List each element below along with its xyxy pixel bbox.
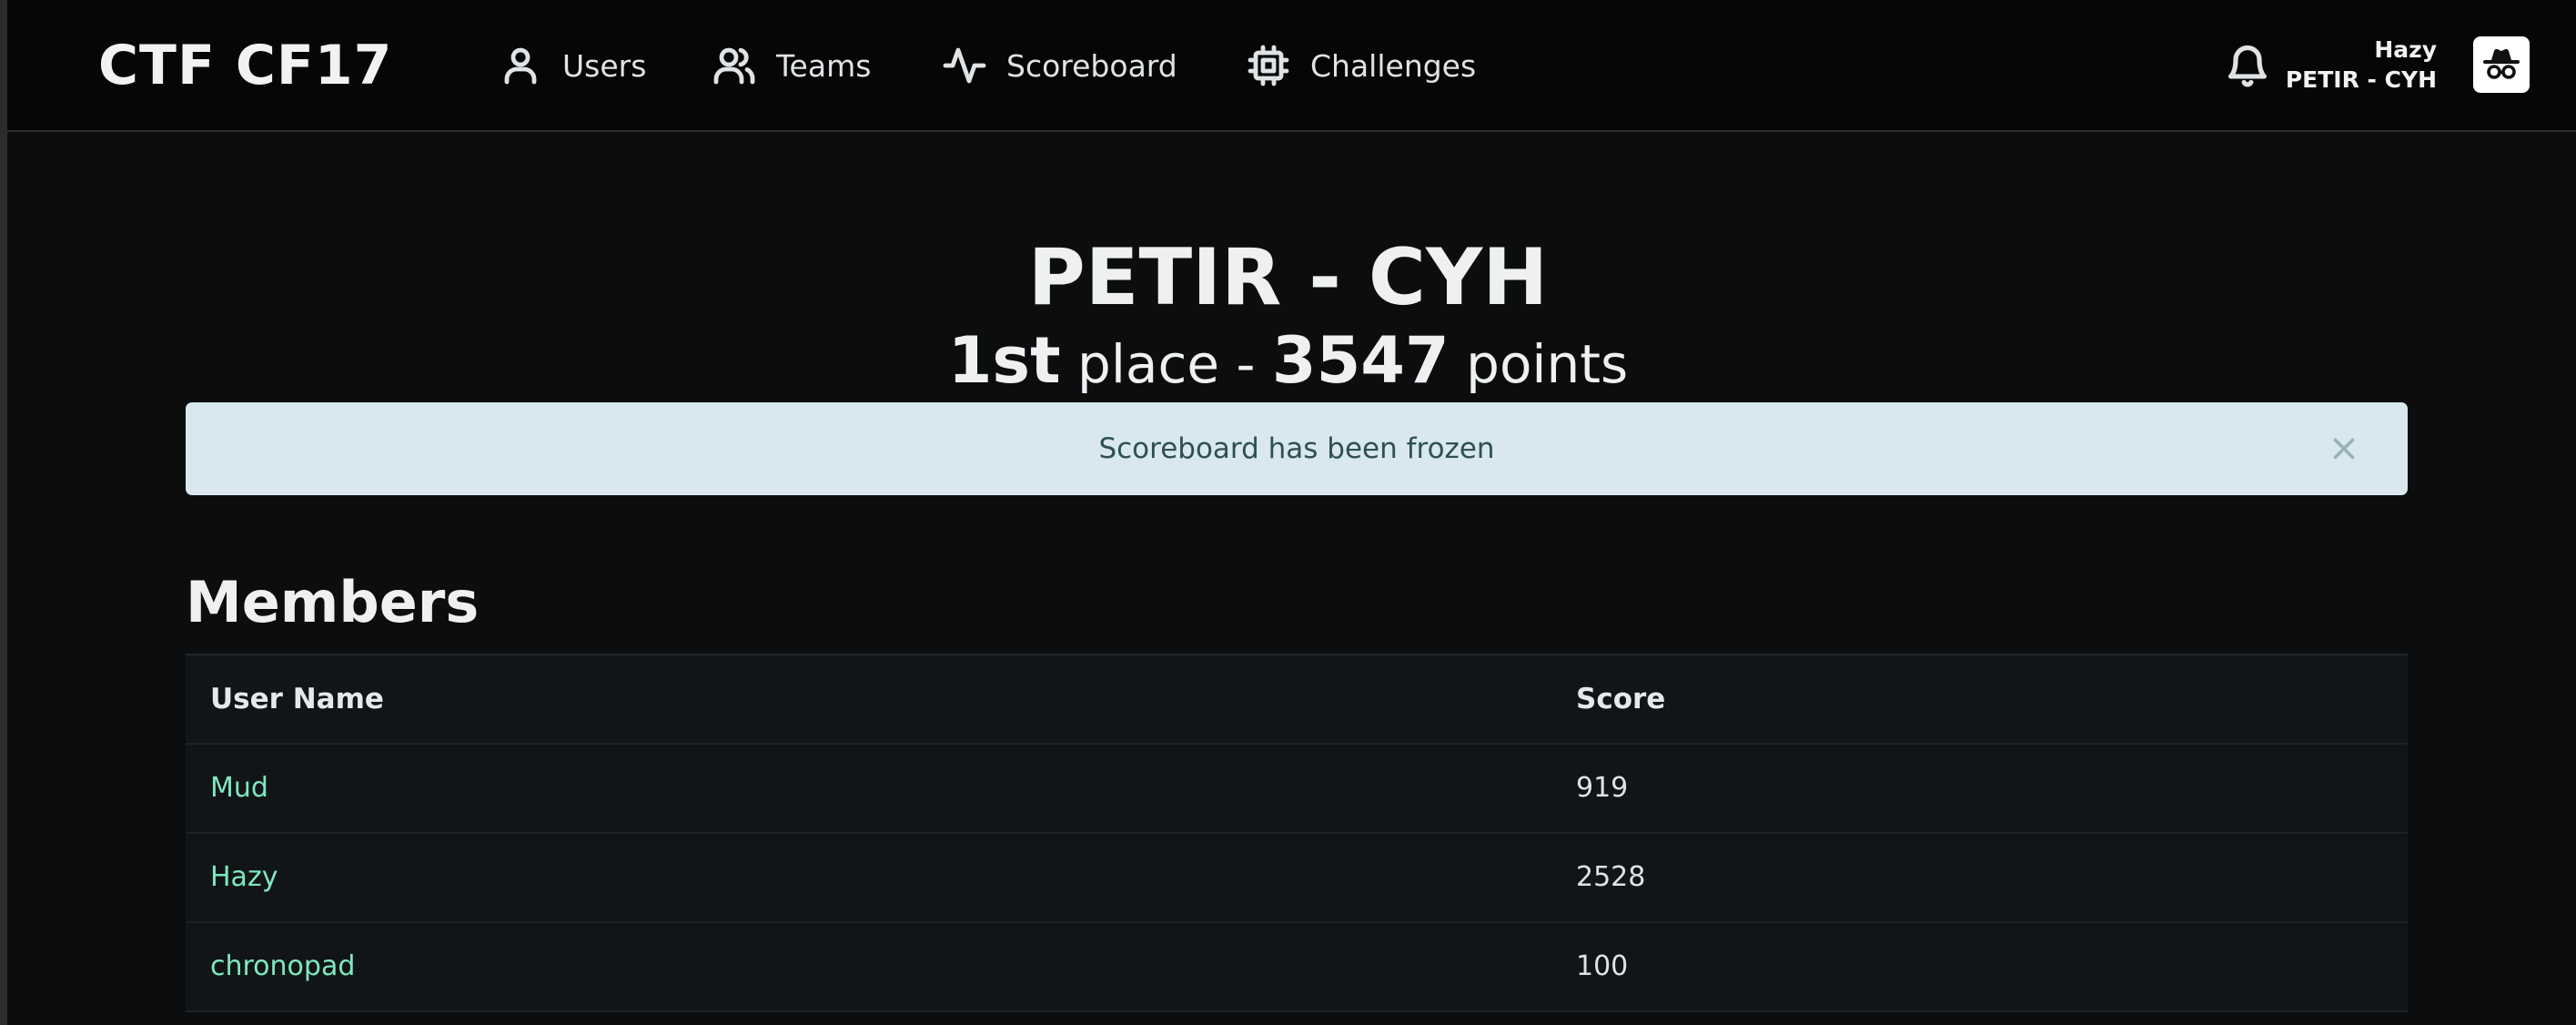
alert-message: Scoreboard has been frozen (1098, 432, 1495, 465)
nav-teams-label: Teams (776, 47, 872, 84)
nav-teams[interactable]: Teams (712, 35, 871, 96)
team-separator: - (1236, 333, 1256, 395)
nav-scoreboard[interactable]: Scoreboard (943, 35, 1177, 96)
team-place-word: place (1077, 333, 1220, 395)
members-heading: Members (186, 569, 480, 635)
member-name-link[interactable]: Hazy (210, 834, 278, 921)
nav-users-label: Users (562, 47, 647, 84)
brand-logo[interactable]: CTF CF17 (98, 29, 392, 102)
user-icon (504, 47, 537, 85)
top-navbar: CTF CF17 Users Teams Scoreboard Challeng… (7, 0, 2576, 132)
avatar[interactable] (2473, 36, 2530, 93)
cpu-icon (1248, 45, 1289, 86)
current-user-team: PETIR - CYH (2285, 66, 2437, 93)
member-name-link[interactable]: chronopad (210, 923, 355, 1010)
member-score: 919 (1576, 772, 1629, 804)
team-points-word: points (1466, 333, 1629, 395)
member-name-link[interactable]: Mud (210, 745, 268, 832)
team-place: 1st (947, 323, 1061, 398)
table-row: chronopad 100 (186, 923, 2408, 1012)
column-header-score: Score (1576, 683, 1666, 715)
nav-scoreboard-label: Scoreboard (1006, 47, 1177, 84)
member-score: 100 (1576, 950, 1629, 982)
bell-icon (2227, 45, 2268, 87)
table-row: Mud 919 (186, 745, 2408, 834)
notifications-button[interactable] (2224, 40, 2271, 91)
activity-icon (943, 47, 986, 84)
member-score: 2528 (1576, 861, 1646, 893)
members-table: User Name Score Mud 919 Hazy 2528 chrono… (186, 654, 2408, 1012)
table-row: Hazy 2528 (186, 834, 2408, 923)
team-ranking: 1st place - 3547 points (0, 324, 2576, 401)
nav-challenges[interactable]: Challenges (1247, 35, 1476, 96)
users-icon (713, 47, 755, 85)
alert-close-button[interactable]: × (2324, 428, 2364, 468)
nav-users[interactable]: Users (499, 35, 646, 96)
column-header-user-name: User Name (210, 683, 384, 715)
frozen-alert: Scoreboard has been frozen × (186, 402, 2408, 495)
current-user-name: Hazy (2374, 36, 2437, 63)
user-menu[interactable]: Hazy PETIR - CYH (2286, 36, 2437, 95)
team-points: 3547 (1271, 323, 1450, 398)
table-header-row: User Name Score (186, 655, 2408, 745)
nav-challenges-label: Challenges (1310, 47, 1477, 84)
incognito-icon (2483, 48, 2520, 79)
team-name-heading: PETIR - CYH (1027, 232, 1549, 323)
window-edge (0, 0, 7, 1025)
